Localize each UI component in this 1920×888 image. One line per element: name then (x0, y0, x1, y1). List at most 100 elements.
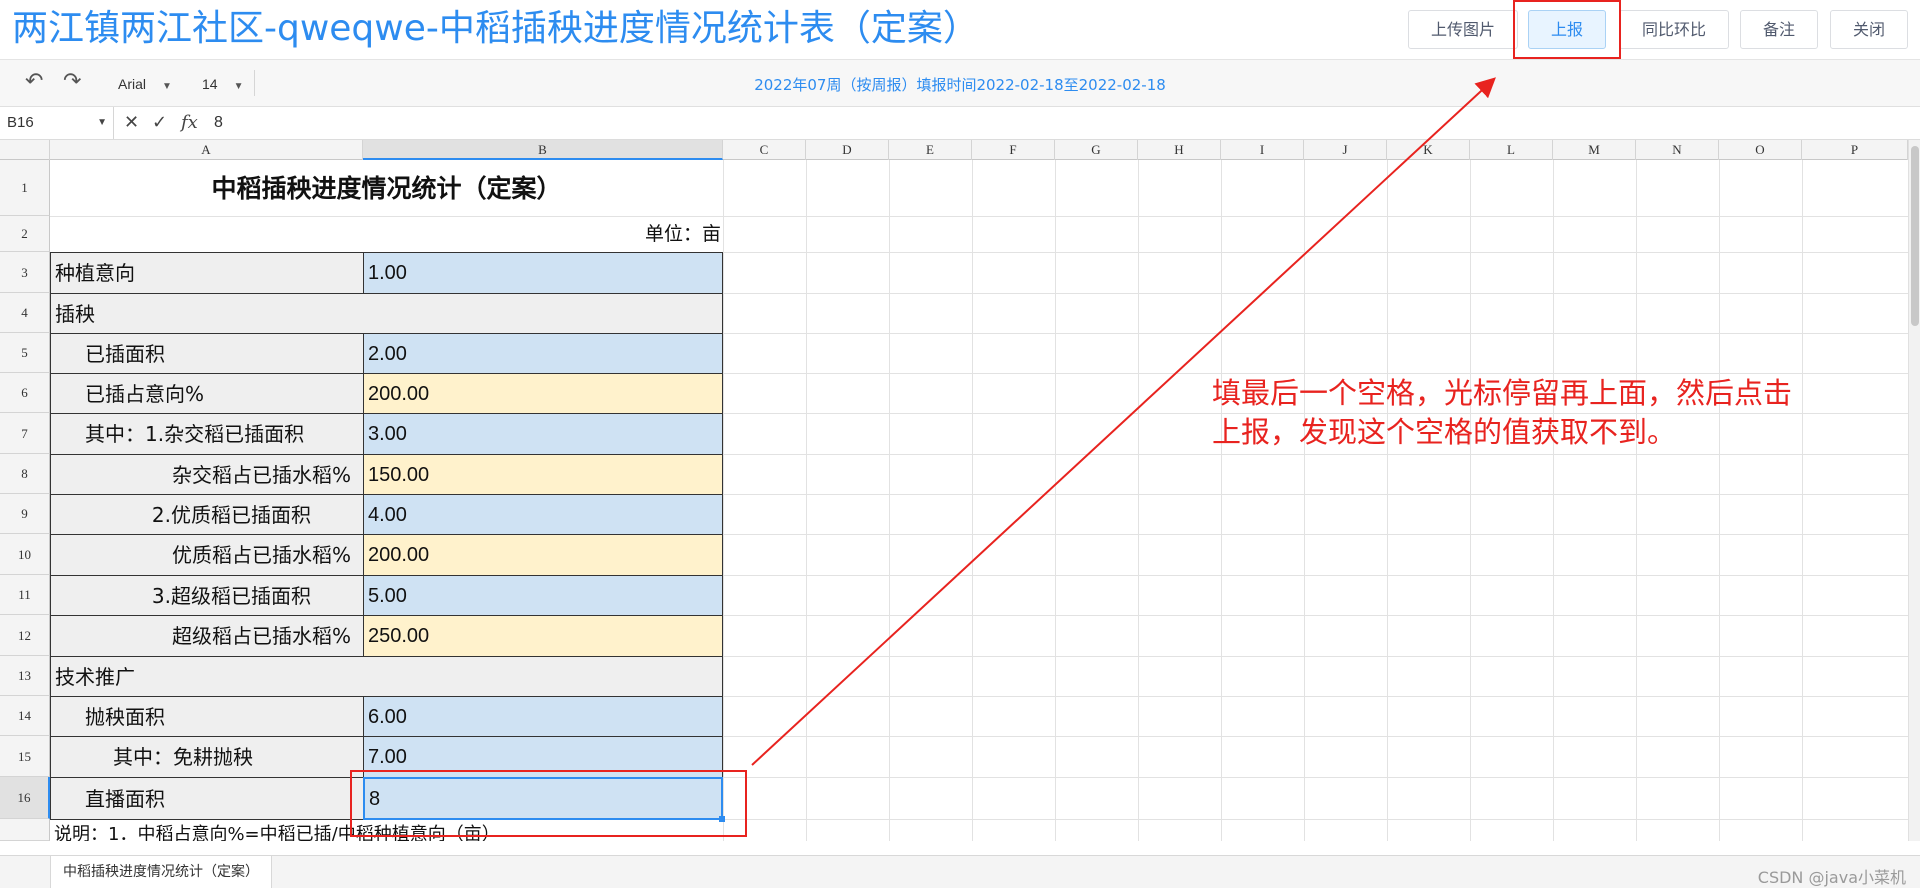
row-header[interactable]: 3 (0, 252, 50, 293)
column-header[interactable]: F (972, 140, 1055, 160)
page-title: 两江镇两江社区-qweqwe-中稻插秧进度情况统计表（定案） (12, 8, 979, 49)
corner-cell[interactable] (0, 140, 50, 160)
gridline (1636, 160, 1637, 841)
sheet-title-cell[interactable]: 中稻插秧进度情况统计（定案） (50, 160, 723, 216)
gridline (1719, 160, 1720, 841)
formula-input[interactable]: 8 (214, 107, 223, 139)
redo-icon[interactable]: ↷ (63, 70, 81, 94)
row-header[interactable]: 11 (0, 575, 50, 615)
column-header[interactable]: A (50, 140, 363, 160)
annotation-box-report (1513, 0, 1621, 59)
upload-image-button[interactable]: 上传图片 (1408, 10, 1518, 49)
cell-ref: B16 (7, 114, 34, 131)
watermark: CSDN @java小菜机 (1757, 868, 1906, 887)
toolbar: 2022年07周（按周报）填报时间2022-02-18至2022-02-18 ↶… (0, 60, 1920, 107)
column-header[interactable]: M (1553, 140, 1636, 160)
label-cell[interactable]: 3.超级稻已插面积 (50, 575, 364, 616)
annotation-line-1: 填最后一个空格，光标停留再上面，然后点击 (1212, 376, 1793, 410)
annotation-box-cell (350, 770, 747, 837)
close-button[interactable]: 关闭 (1830, 10, 1908, 49)
value-cell[interactable]: 200.00 (363, 373, 723, 414)
column-header[interactable]: G (1055, 140, 1138, 160)
name-box[interactable]: B16 ▼ (0, 107, 114, 139)
value-cell[interactable]: 150.00 (363, 454, 723, 495)
scrollbar-thumb[interactable] (1911, 146, 1919, 326)
undo-icon[interactable]: ↶ (25, 70, 43, 94)
label-cell[interactable]: 抛秧面积 (50, 696, 364, 737)
row-header[interactable]: 16 (0, 777, 50, 819)
value-cell[interactable]: 4.00 (363, 494, 723, 535)
annotation-line-2: 上报，发现这个空格的值获取不到。 (1212, 415, 1677, 449)
row-header[interactable]: 7 (0, 413, 50, 454)
row-header[interactable]: 5 (0, 333, 50, 373)
column-header[interactable]: L (1470, 140, 1553, 160)
section-cell[interactable]: 技术推广 (50, 656, 723, 697)
gridline (1055, 160, 1056, 841)
unit-cell[interactable]: 单位：亩 (50, 216, 721, 252)
column-header[interactable]: B (363, 140, 723, 160)
column-header[interactable]: J (1304, 140, 1387, 160)
column-header[interactable]: E (889, 140, 972, 160)
column-header[interactable]: P (1802, 140, 1908, 160)
label-cell[interactable]: 已插占意向% (50, 373, 364, 414)
column-header[interactable]: I (1221, 140, 1304, 160)
remark-button[interactable]: 备注 (1740, 10, 1818, 49)
row-header[interactable] (0, 819, 50, 841)
spreadsheet-grid: A B C D E F G H I J K L M N O P 1 2 3 4 … (0, 140, 1908, 841)
chevron-down-icon: ▼ (162, 81, 172, 92)
confirm-icon[interactable]: ✓ (152, 111, 167, 135)
column-header-row: A B C D E F G H I J K L M N O P (0, 140, 1908, 160)
row-header[interactable]: 15 (0, 736, 50, 777)
section-cell[interactable]: 插秧 (50, 293, 723, 334)
gridline (1387, 160, 1388, 841)
column-header[interactable]: O (1719, 140, 1802, 160)
function-icon[interactable]: fx (181, 111, 198, 135)
gridline (1553, 160, 1554, 841)
row-header[interactable]: 13 (0, 656, 50, 696)
row-header[interactable]: 12 (0, 615, 50, 656)
column-header[interactable]: K (1387, 140, 1470, 160)
row-header[interactable]: 6 (0, 373, 50, 413)
value-cell[interactable]: 5.00 (363, 575, 723, 616)
label-cell[interactable]: 直播面积 (50, 777, 364, 820)
value-cell[interactable]: 3.00 (363, 413, 723, 455)
gridline (889, 160, 890, 841)
value-cell[interactable]: 250.00 (363, 615, 723, 657)
app-window: 两江镇两江社区-qweqwe-中稻插秧进度情况统计表（定案） 上传图片 上报 同… (0, 0, 1920, 888)
font-size-select[interactable]: 14 ▼ (202, 74, 243, 97)
font-size-value: 14 (202, 76, 218, 92)
row-header[interactable]: 9 (0, 494, 50, 534)
row-header[interactable]: 1 (0, 160, 50, 216)
row-header[interactable]: 10 (0, 534, 50, 575)
cancel-icon[interactable]: ✕ (124, 111, 139, 135)
gridline (972, 160, 973, 841)
formula-bar: B16 ▼ ✕ ✓ fx 8 (0, 107, 1920, 140)
value-cell[interactable]: 200.00 (363, 534, 723, 576)
column-header[interactable]: C (723, 140, 806, 160)
row-header[interactable]: 8 (0, 454, 50, 494)
column-header[interactable]: H (1138, 140, 1221, 160)
label-cell[interactable]: 超级稻占已插水稻% (50, 615, 364, 657)
label-cell[interactable]: 其中：免耕抛秧 (50, 736, 364, 778)
column-header[interactable]: D (806, 140, 889, 160)
chevron-down-icon: ▼ (97, 117, 107, 128)
label-cell[interactable]: 已插面积 (50, 333, 364, 374)
label-cell[interactable]: 优质稻占已插水稻% (50, 534, 364, 576)
column-header[interactable]: N (1636, 140, 1719, 160)
label-cell[interactable]: 杂交稻占已插水稻% (50, 454, 364, 495)
value-cell[interactable]: 6.00 (363, 696, 723, 737)
value-cell[interactable]: 1.00 (363, 252, 723, 294)
row-header[interactable]: 2 (0, 216, 50, 252)
row-header[interactable]: 4 (0, 293, 50, 333)
sheet-tab[interactable]: 中稻插秧进度情况统计（定案） (50, 856, 272, 888)
font-family-select[interactable]: Arial ▼ (118, 74, 172, 97)
annotation-text: 填最后一个空格，光标停留再上面，然后点击 上报，发现这个空格的值获取不到。 (1212, 374, 1872, 452)
toolbar-divider (254, 70, 255, 96)
row-header[interactable]: 14 (0, 696, 50, 736)
label-cell[interactable]: 其中：1.杂交稻已插面积 (50, 413, 364, 455)
value-cell[interactable]: 2.00 (363, 333, 723, 374)
label-cell[interactable]: 2.优质稻已插面积 (50, 494, 364, 535)
vertical-scrollbar[interactable] (1908, 140, 1920, 841)
label-cell[interactable]: 种植意向 (50, 252, 364, 294)
compare-button[interactable]: 同比环比 (1619, 10, 1729, 49)
